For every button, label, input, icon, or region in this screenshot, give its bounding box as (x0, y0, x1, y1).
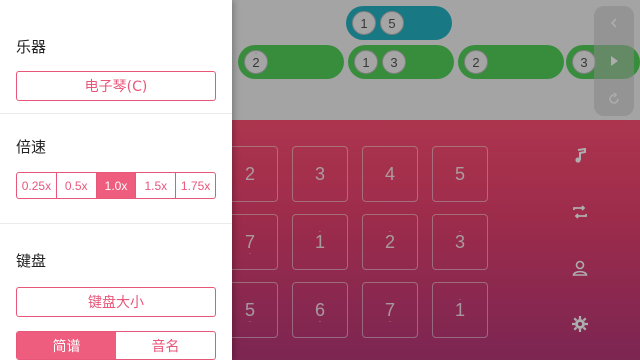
notation-mode-selector: 简谱 音名 (16, 331, 216, 360)
mode-numbered-notation[interactable]: 简谱 (17, 332, 116, 359)
instrument-select-button[interactable]: 电子琴(C) (16, 71, 216, 101)
keyboard-title: 键盘 (16, 252, 47, 270)
speed-option-1-5x[interactable]: 1.5x (136, 173, 177, 198)
mode-note-name[interactable]: 音名 (116, 332, 215, 359)
speed-selector: 0.25x 0.5x 1.0x 1.5x 1.75x (16, 172, 216, 199)
divider (0, 113, 232, 114)
speed-option-0-25x[interactable]: 0.25x (17, 173, 57, 198)
speed-option-1-0x[interactable]: 1.0x (96, 173, 137, 198)
instrument-title: 乐器 (16, 38, 47, 56)
divider (0, 223, 232, 224)
speed-title: 倍速 (16, 138, 47, 156)
speed-option-1-75x[interactable]: 1.75x (176, 173, 215, 198)
keyboard-size-button[interactable]: 键盘大小 (16, 287, 216, 317)
speed-option-0-5x[interactable]: 0.5x (57, 173, 97, 198)
settings-drawer: 乐器 电子琴(C) 倍速 0.25x 0.5x 1.0x 1.5x 1.75x … (0, 0, 232, 360)
